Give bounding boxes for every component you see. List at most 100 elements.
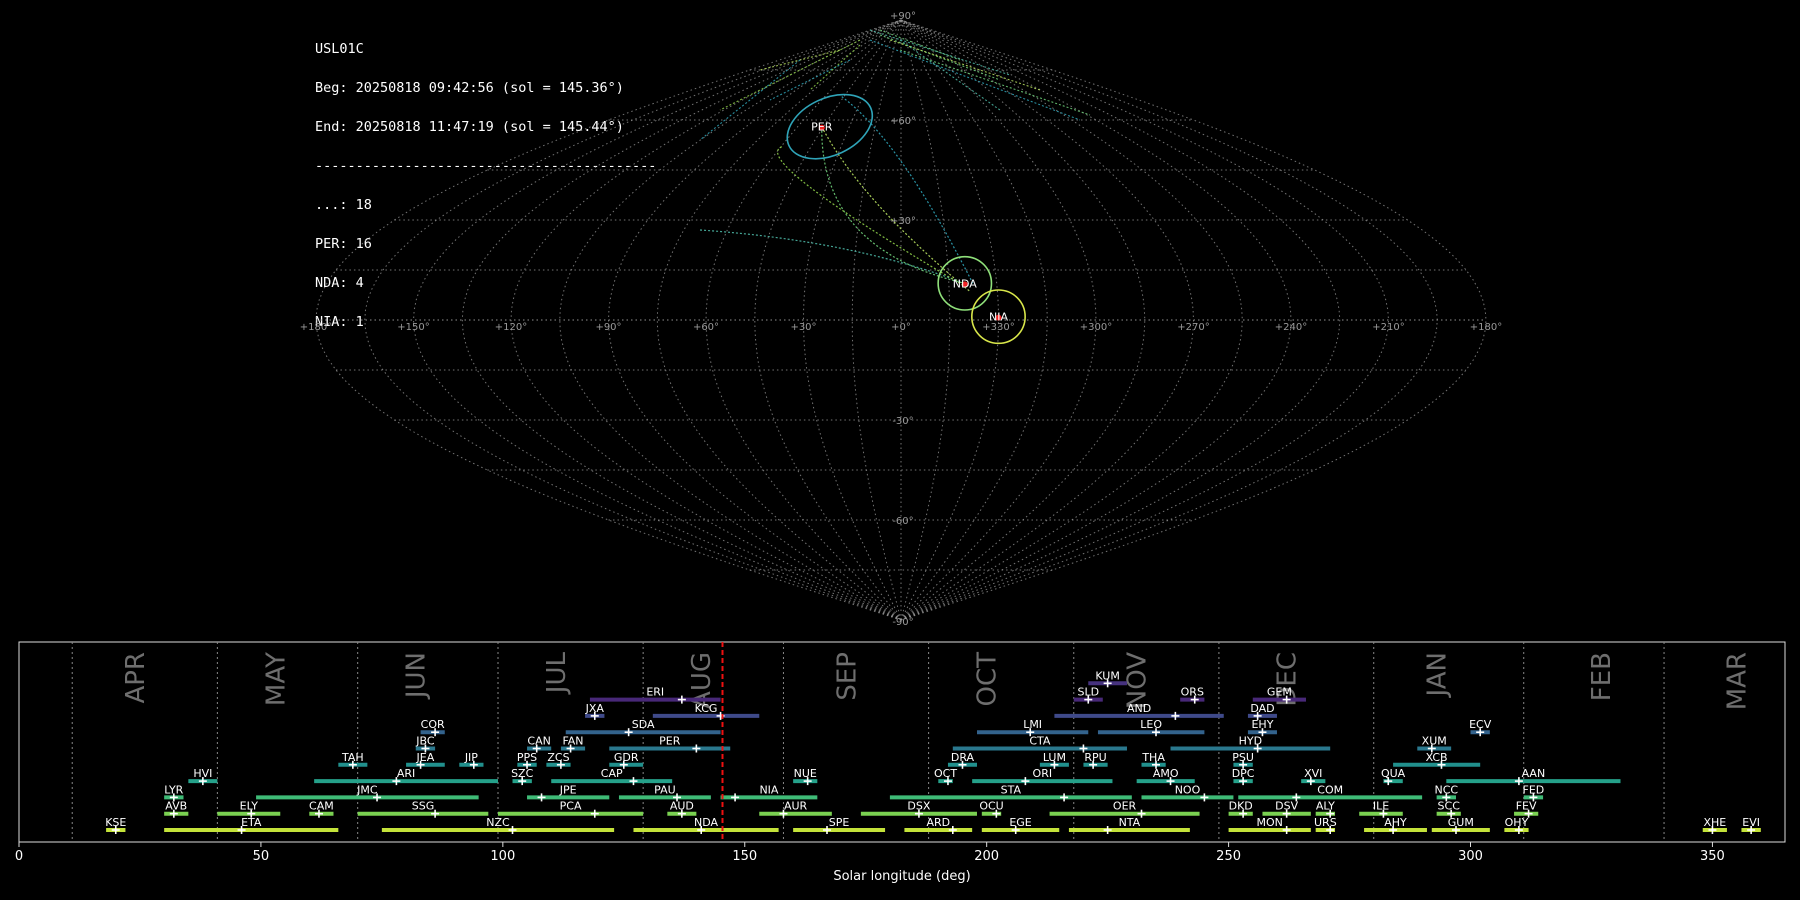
x-tick-label: 300 [1458, 849, 1483, 864]
meteor-trail [777, 146, 961, 284]
shower-label: EVI [1742, 816, 1760, 829]
shower-label: KCG [695, 702, 718, 715]
shower-label: NOO [1175, 783, 1201, 796]
shower-label: AHY [1384, 816, 1407, 829]
shower-label: OHY [1505, 816, 1529, 829]
shower-label: AUR [784, 800, 808, 813]
shower-label: DAD [1250, 702, 1274, 715]
shower-label: ELY [240, 800, 259, 813]
shower-label: AND [1127, 702, 1151, 715]
shower-label: THA [1141, 751, 1165, 764]
meridian-line [656, 19, 902, 621]
shower-label: FED [1523, 783, 1545, 796]
shower-label: PPS [517, 751, 537, 764]
shower-label: CAP [601, 767, 623, 780]
sky-map: +180° +150° +120° +90° +60° +30° +0° +330° +300°… [300, 11, 1502, 628]
x-tick-label: 350 [1700, 849, 1725, 864]
lon-tick-label: +120° [495, 322, 527, 333]
shower-label: LUM [1043, 751, 1066, 764]
shower-label: COR [421, 718, 445, 731]
month-label: JAN [1423, 652, 1453, 698]
lat-tick-label: -90° [892, 617, 913, 628]
shower-label: HVI [193, 767, 212, 780]
lon-tick-label: +60° [693, 322, 719, 333]
shower-label: AUD [670, 800, 694, 813]
shower-label: MON [1257, 816, 1283, 829]
shower-label: ILE [1373, 800, 1389, 813]
month-label: MAR [1723, 652, 1753, 710]
meridian-line [900, 19, 1341, 621]
shower-label: CTA [1029, 735, 1051, 748]
month-label: NOV [1123, 652, 1153, 709]
month-label: JUL [542, 651, 572, 695]
shower-label: SSG [412, 800, 435, 813]
shower-label: AMO [1153, 767, 1179, 780]
shower-label: ORI [1033, 767, 1053, 780]
x-tick-label: 50 [253, 849, 270, 864]
shower-label: ECV [1469, 718, 1492, 731]
meteor-trail [821, 126, 965, 284]
shower-label: QUA [1381, 767, 1406, 780]
shower-label: JBC [415, 735, 435, 748]
lon-tick-label: +180° [300, 322, 332, 333]
shower-label: DSX [907, 800, 930, 813]
shower-label: ARD [926, 816, 950, 829]
month-label: MAY [261, 652, 291, 706]
shower-label: RPU [1084, 751, 1106, 764]
shower-label: DPC [1232, 767, 1255, 780]
shower-label: GDR [614, 751, 639, 764]
shower-label: NTA [1119, 816, 1141, 829]
shower-label: FAN [562, 735, 583, 748]
shower-label: ERI [646, 686, 664, 699]
month-label: FEB [1587, 652, 1617, 701]
shower-label: PER [659, 735, 681, 748]
shower-label: NIA [759, 783, 778, 796]
radiant-label: PER [811, 121, 833, 134]
meteor-trail [699, 59, 801, 141]
radiant-label: NDA [953, 277, 978, 290]
shower-label: SPE [829, 816, 850, 829]
shower-label: CAM [309, 800, 334, 813]
month-label: SEP [832, 652, 862, 701]
lat-tick-label: +60° [890, 116, 916, 127]
shower-label: DRA [951, 751, 975, 764]
meteor-trail [699, 229, 966, 284]
shower-label: JXA [585, 702, 605, 715]
shower-label: OCU [979, 800, 1003, 813]
lon-tick-label: +180° [1470, 322, 1502, 333]
lon-tick-label: +90° [595, 322, 621, 333]
shower-label: KSE [105, 816, 126, 829]
x-tick-label: 250 [1216, 849, 1241, 864]
lat-tick-label: +30° [890, 216, 916, 227]
shower-label: ARI [397, 767, 415, 780]
lon-tick-label: +210° [1372, 322, 1404, 333]
meteor-trail [899, 49, 1091, 116]
shower-label: JPE [559, 783, 577, 796]
lat-tick-label: +90° [890, 11, 916, 22]
shower-label: HYD [1239, 735, 1262, 748]
shower-label: SZC [511, 767, 534, 780]
lon-tick-label: +240° [1275, 322, 1307, 333]
shower-label: JEA [416, 751, 435, 764]
meridian-line [900, 19, 1243, 621]
shower-label: PSU [1232, 751, 1254, 764]
shower-label: NCC [1435, 783, 1459, 796]
shower-label: FEV [1516, 800, 1537, 813]
x-tick-label: 150 [732, 849, 757, 864]
shower-label: CAN [527, 735, 550, 748]
shower-label: NDA [694, 816, 719, 829]
lat-tick-label: -30° [892, 416, 913, 427]
shower-label: JIP [464, 751, 478, 764]
shower-label: XVI [1304, 767, 1322, 780]
shower-label: JMC [356, 783, 378, 796]
shower-label: URS [1314, 816, 1337, 829]
shower-label: STA [1001, 783, 1022, 796]
shower-label: LMI [1023, 718, 1042, 731]
shower-label: ZCS [547, 751, 569, 764]
shower-label: DKD [1229, 800, 1253, 813]
shower-label: EHY [1251, 718, 1273, 731]
month-label: JUN [402, 652, 432, 700]
month-label: APR [121, 652, 151, 704]
meteor-trail [769, 59, 851, 101]
shower-label: COM [1317, 783, 1343, 796]
